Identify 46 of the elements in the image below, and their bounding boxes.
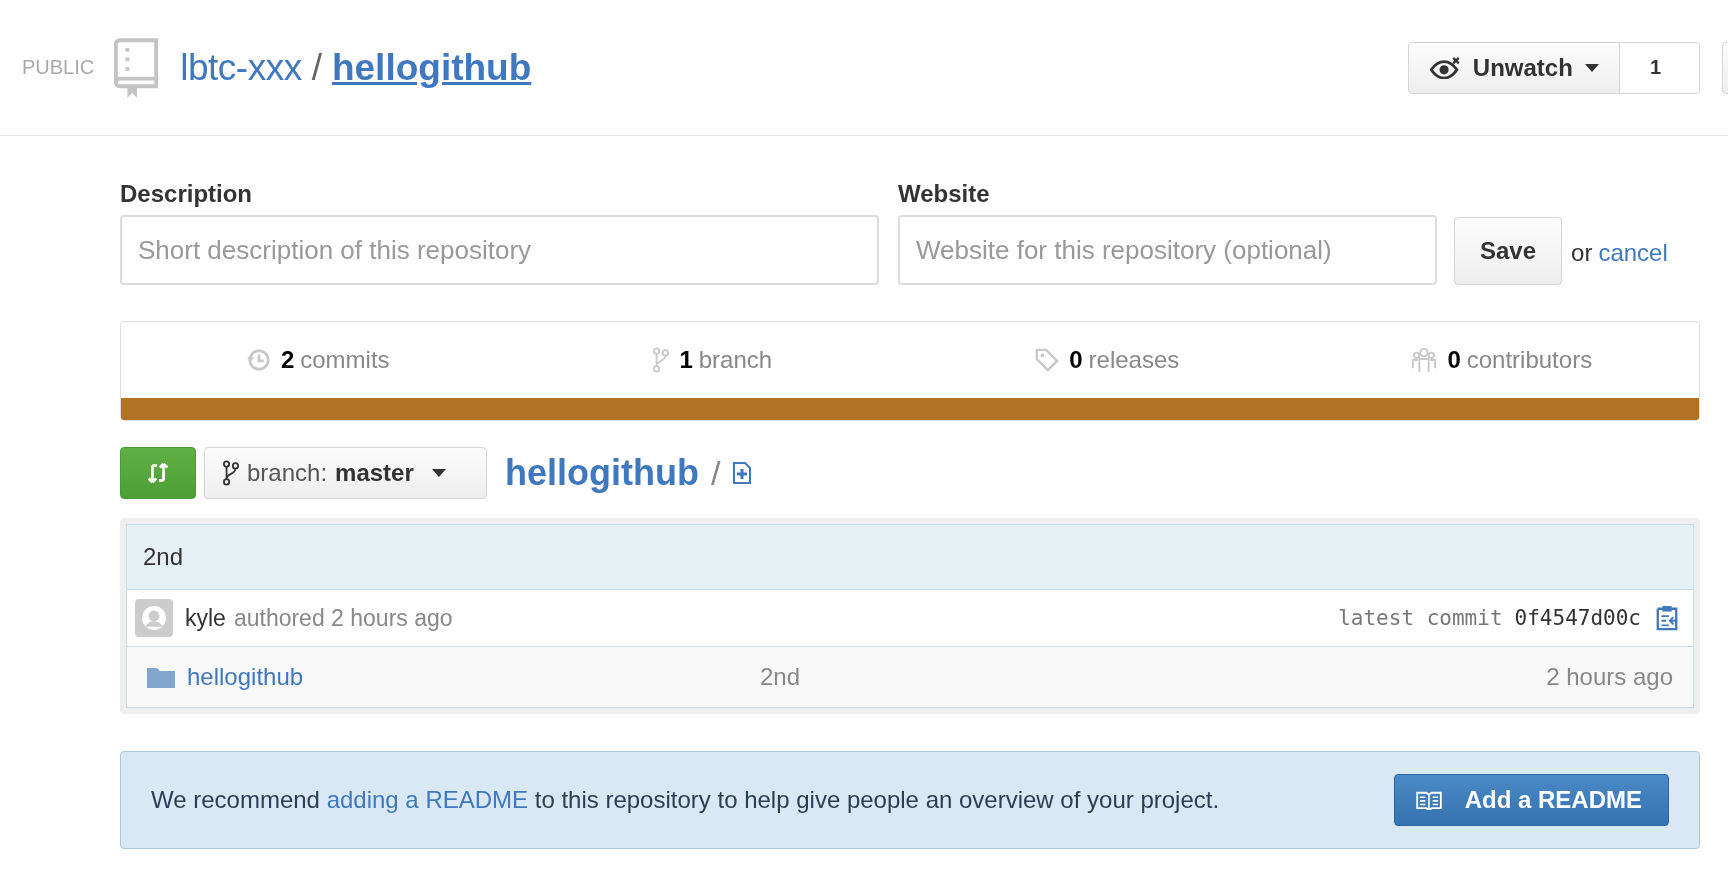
repo-name-link[interactable]: hellogithub: [331, 46, 532, 89]
save-button[interactable]: Save: [1454, 217, 1563, 285]
compare-button[interactable]: [120, 447, 196, 499]
caret-icon: [431, 469, 446, 477]
description-label: Description: [120, 180, 254, 208]
path-separator: /: [311, 46, 322, 89]
compare-arrows-icon: [145, 460, 171, 486]
stat-link[interactable]: 0 releases: [910, 346, 1305, 374]
visibility-label: PUBLIC: [22, 56, 95, 79]
avatar-icon: [135, 599, 173, 637]
unwatch-button[interactable]: Unwatch: [1407, 41, 1620, 94]
cancel-link[interactable]: cancel: [1598, 238, 1668, 267]
commit-time: authored 2 hours ago: [233, 604, 453, 632]
eye-icon: [1428, 56, 1461, 79]
website-label: Website: [898, 180, 991, 208]
open-book-icon: [1414, 790, 1443, 810]
or-text: or: [1571, 238, 1593, 267]
commit-sha-link[interactable]: 0f4547d00c: [1514, 606, 1641, 630]
clipboard-icon[interactable]: [1655, 605, 1679, 631]
file-age: 2 hours ago: [1546, 663, 1673, 691]
branch-icon: [653, 347, 670, 373]
latest-commit-label: latest commit: [1338, 606, 1503, 630]
repo-book-icon: [114, 37, 161, 98]
file-name-link[interactable]: hellogithub: [187, 663, 760, 691]
owner-link[interactable]: lbtc-xxx: [180, 46, 302, 89]
tag-icon: [1035, 348, 1060, 372]
people-icon: [1411, 347, 1438, 373]
watchers-count[interactable]: 1: [1619, 41, 1700, 94]
add-readme-link[interactable]: adding a README: [326, 786, 529, 813]
history-icon: [246, 348, 271, 372]
add-readme-button[interactable]: Add a README: [1393, 774, 1669, 826]
website-field[interactable]: Website for this repository (optional): [898, 215, 1437, 285]
readme-message: We recommend adding a README to this repository to help give people an overview of your project.: [151, 786, 1220, 814]
stat-link[interactable]: 0 contributors: [1304, 346, 1699, 374]
stat-link[interactable]: 2 commits: [121, 346, 516, 374]
caret-icon: [1584, 63, 1599, 72]
folder-icon: [147, 666, 175, 688]
branch-icon: [223, 460, 239, 486]
description-field[interactable]: Short description of this repository: [120, 215, 879, 285]
commit-message: 2nd: [127, 525, 1693, 590]
branch-select[interactable]: branch: master: [204, 447, 487, 499]
repo-root-link[interactable]: hellogithub: [505, 452, 699, 494]
commit-author[interactable]: kyle: [185, 604, 226, 632]
stat-link[interactable]: 1 branch: [515, 346, 910, 374]
path-separator: /: [710, 453, 721, 493]
new-file-icon[interactable]: [732, 461, 753, 485]
